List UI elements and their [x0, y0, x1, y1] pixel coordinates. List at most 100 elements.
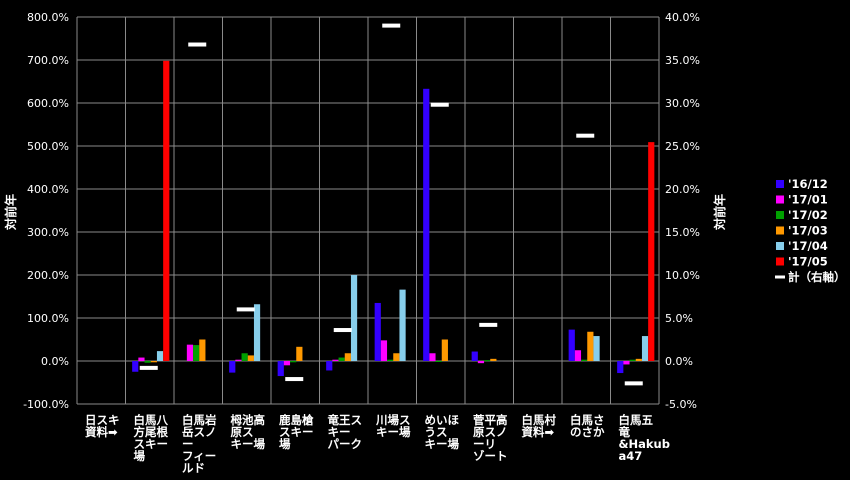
bar-1701-6	[380, 340, 388, 361]
bar-1612-4	[277, 361, 284, 377]
bar-1704-10	[593, 336, 600, 361]
legend-label: '17/03	[788, 224, 828, 238]
bars	[132, 60, 655, 377]
bar-1701-3	[235, 359, 242, 361]
y-tick-label: 100.0%	[27, 312, 69, 325]
category-label-8: ゾート	[473, 449, 508, 463]
bar-1703-3	[247, 355, 254, 361]
legend: '16/12 '17/01'17/02 '17/03'17/04 '17/05計（右軸…	[775, 177, 846, 284]
bar-1612-3	[229, 361, 236, 373]
total-marker-5	[333, 328, 352, 333]
bar-1612-10	[568, 329, 575, 361]
y2-tick-label: 25.0%	[665, 140, 700, 153]
y2-tick-label: 35.0%	[665, 54, 700, 67]
bar-1612-1	[132, 361, 139, 372]
category-label-2: ルド	[182, 461, 205, 475]
bar-1703-7	[441, 339, 448, 361]
legend-label: '17/01	[788, 193, 828, 207]
bar-1702-1	[144, 361, 151, 363]
bar-1704-6	[399, 289, 406, 361]
chart-canvas: -100.0% 0.0% 100.0% 200.0% 300.0% 400.0% 500.0…	[3, 11, 846, 475]
category-label-5: パーク	[328, 437, 363, 451]
bar-1702-5	[338, 357, 345, 361]
category-label-11: a47	[619, 449, 643, 463]
legend-swatch	[776, 211, 784, 219]
bar-1702-11	[629, 359, 636, 361]
y-tick-label: 600.0%	[27, 97, 69, 110]
legend-swatch	[776, 226, 784, 235]
bar-1703-8	[490, 358, 497, 361]
bar-1704-1	[156, 351, 164, 361]
category-label-0: 資料➡	[85, 425, 118, 439]
bar-1704-11	[641, 336, 649, 361]
category-label-9: 資料➡	[522, 425, 555, 439]
bar-1701-4	[283, 361, 291, 366]
bar-1703-5	[344, 353, 351, 361]
total-marker-6	[382, 23, 401, 28]
bar-1701-7	[429, 353, 436, 361]
legend-label: '17/02	[788, 208, 828, 222]
axes: -100.0% 0.0% 100.0% 200.0% 300.0% 400.0% 500.0…	[23, 11, 700, 475]
bar-1704-3	[253, 304, 261, 361]
bar-1703-2	[199, 339, 206, 361]
legend-label: '17/04	[788, 239, 828, 253]
bar-1701-8	[477, 361, 485, 364]
category-label-3: キー場	[231, 437, 266, 451]
y2-tick-label: -5.0%	[665, 398, 697, 411]
y-tick-label: -100.0%	[23, 398, 69, 411]
y2-axis-title: 対前年	[712, 194, 727, 231]
category-label-10: のさか	[570, 425, 605, 439]
bar-1702-4	[290, 361, 297, 363]
legend-swatch	[776, 180, 784, 188]
y2-tick-label: 30.0%	[665, 97, 700, 110]
legend-swatch	[776, 257, 784, 266]
total-marker-1	[139, 365, 158, 370]
total-marker-7	[430, 102, 449, 107]
bar-1702-2	[193, 345, 200, 361]
bar-1701-5	[332, 359, 339, 361]
y2-tick-label: 10.0%	[665, 269, 700, 282]
y2-tick-label: 40.0%	[665, 11, 700, 24]
legend-swatch	[775, 275, 785, 279]
legend-label: '17/05	[788, 255, 828, 269]
y-tick-label: 700.0%	[27, 54, 69, 67]
bar-1701-10	[574, 350, 582, 361]
y-tick-label: 800.0%	[27, 11, 69, 24]
bar-1702-8	[484, 360, 491, 362]
bar-1704-5	[350, 275, 358, 361]
bar-1705-11	[648, 142, 655, 361]
total-marker-10	[576, 133, 595, 138]
bar-1703-11	[635, 358, 642, 361]
bar-1703-6	[393, 353, 400, 361]
total-marker-2	[188, 42, 207, 47]
y2-tick-label: 15.0%	[665, 226, 700, 239]
bar-1612-7	[423, 88, 430, 361]
bar-1612-5	[326, 361, 333, 371]
bar-1612-11	[617, 361, 624, 374]
bar-1702-10	[581, 359, 588, 361]
legend-label: 計（右軸）	[788, 270, 846, 284]
y-tick-label: 400.0%	[27, 183, 69, 196]
y-tick-label: 0.0%	[41, 355, 69, 368]
total-marker-4	[285, 377, 304, 382]
legend-swatch	[776, 195, 784, 204]
y-tick-label: 500.0%	[27, 140, 69, 153]
bar-1612-8	[471, 351, 478, 361]
bar-1701-2	[186, 344, 194, 361]
y-axis-title: 対前年	[3, 194, 18, 231]
category-label-4: 場	[279, 437, 291, 451]
legend-label: '16/12	[788, 177, 828, 191]
bar-1703-4	[296, 346, 303, 361]
total-marker-3	[236, 307, 255, 312]
total-markers	[139, 23, 643, 386]
y-tick-label: 200.0%	[27, 269, 69, 282]
total-marker-11	[624, 381, 643, 386]
bar-1702-3	[241, 353, 248, 361]
total-marker-8	[479, 322, 498, 327]
category-label-1: 場	[134, 449, 146, 463]
category-label-7: キー場	[425, 437, 460, 451]
legend-swatch	[776, 242, 784, 250]
category-label-6: キー場	[376, 425, 411, 439]
bar-1612-6	[374, 302, 381, 361]
y2-tick-label: 5.0%	[665, 312, 693, 325]
